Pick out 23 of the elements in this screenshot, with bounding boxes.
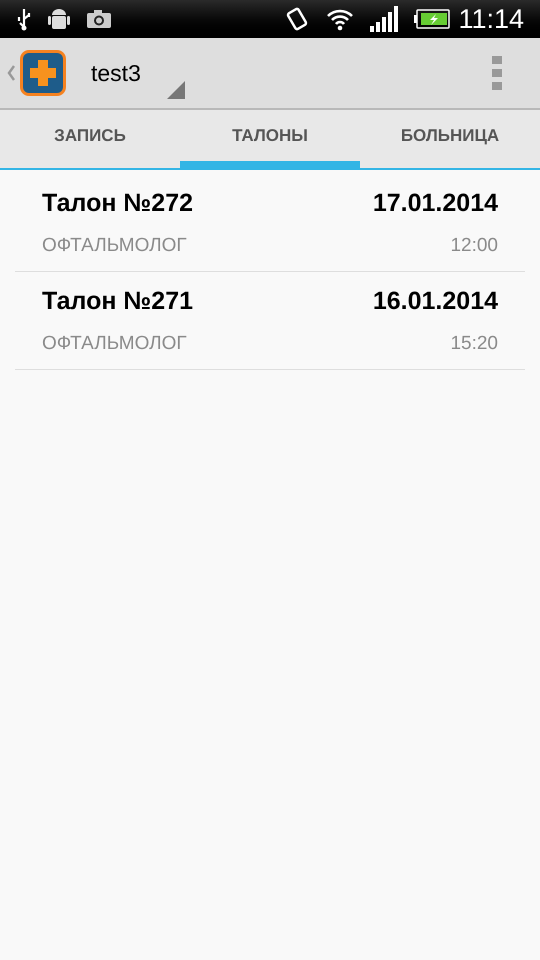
ticket-time: 12:00 bbox=[450, 234, 498, 258]
ticket-date: 16.01.2014 bbox=[372, 286, 498, 316]
ticket-specialty: ОФТАЛЬМОЛОГ bbox=[42, 234, 187, 258]
camera-icon bbox=[86, 9, 112, 29]
dropdown-corner-icon bbox=[167, 81, 185, 99]
overflow-menu-icon[interactable] bbox=[492, 56, 502, 90]
account-spinner[interactable]: test3 bbox=[91, 45, 181, 101]
signal-icon bbox=[370, 6, 398, 32]
ticket-specialty: ОФТАЛЬМОЛОГ bbox=[42, 332, 187, 356]
android-icon bbox=[48, 6, 70, 32]
battery-icon bbox=[414, 9, 450, 29]
back-chevron-icon bbox=[6, 64, 16, 82]
ticket-title: Талон №272 bbox=[42, 188, 194, 218]
ticket-time: 15:20 bbox=[450, 332, 498, 356]
tab[interactable]: ЗАПИСЬ bbox=[0, 110, 180, 168]
clock: 11:14 bbox=[458, 2, 524, 36]
app-logo-icon bbox=[19, 49, 67, 97]
tab[interactable]: БОЛЬНИЦА bbox=[360, 110, 540, 168]
tab[interactable]: ТАЛОНЫ bbox=[180, 110, 360, 168]
usb-icon bbox=[16, 7, 32, 31]
ticket-date: 17.01.2014 bbox=[372, 188, 498, 218]
ticket-title: Талон №271 bbox=[42, 286, 194, 316]
wifi-icon bbox=[326, 7, 354, 31]
